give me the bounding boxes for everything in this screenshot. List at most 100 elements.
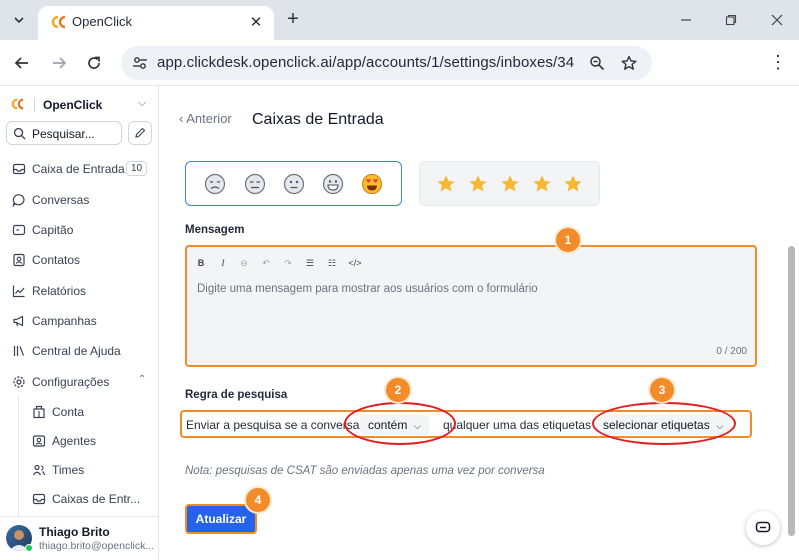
step-marker-1: 1 [556, 228, 580, 252]
bullet-list-icon[interactable]: ☰ [303, 256, 317, 270]
sidebar-item-settings[interactable]: Configurações ⌃ [8, 370, 153, 394]
chevron-up-icon: ⌃ [138, 374, 147, 385]
main-content: ‹ Anterior Caixas de Entrada Mensagem B … [160, 86, 799, 560]
bookmark-star-icon[interactable] [619, 53, 639, 73]
sidebar-item-label: Contatos [32, 253, 81, 267]
sidebar-item-label: Conta [52, 405, 85, 419]
contacts-icon [13, 253, 25, 267]
chat-widget-button[interactable] [746, 511, 780, 545]
scrollbar-thumb[interactable] [788, 246, 795, 536]
reload-icon[interactable] [83, 52, 105, 74]
page-title: Caixas de Entrada [252, 111, 384, 128]
sidebar-item-label: Campanhas [32, 314, 97, 328]
close-tab-icon[interactable]: ✕ [246, 12, 266, 32]
user-name: Thiago Brito [39, 525, 110, 539]
sidebar-subitem-account[interactable]: Conta [26, 400, 154, 424]
address-bar[interactable]: app.clickdesk.openclick.ai/app/accounts/… [121, 46, 652, 80]
browser-tab[interactable]: OpenClick ✕ [38, 6, 274, 40]
account-switcher[interactable]: OpenClick ⌵ [10, 96, 150, 114]
code-icon[interactable]: </> [348, 256, 362, 270]
sidebar-item-label: Times [52, 463, 85, 477]
sidebar-item-label: Configurações [32, 375, 110, 389]
bold-icon[interactable]: B [194, 256, 208, 270]
sidebar-item-inbox[interactable]: Caixa de Entrada 10 [8, 157, 153, 181]
sidebar-item-captain[interactable]: Capitão [8, 218, 153, 242]
star-rating-option[interactable] [419, 161, 600, 206]
search-label: Pesquisar... [32, 127, 95, 141]
sidebar-item-label: Caixa de Entrada [32, 162, 125, 176]
minimize-icon[interactable] [676, 10, 696, 30]
survey-rule-label: Regra de pesquisa [185, 389, 288, 401]
message-editor[interactable]: B I ⊖ ↶ ↷ ☰ ☷ </> Digite uma mensagem pa… [185, 245, 757, 367]
sidebar: OpenClick ⌵ Pesquisar... Caixa de Entrad… [0, 86, 159, 560]
captain-icon [12, 224, 26, 236]
sidebar-subitem-agents[interactable]: Agentes [26, 429, 154, 453]
sidebar-subitem-teams[interactable]: Times [26, 458, 154, 482]
neutral-face-icon [283, 173, 305, 195]
search-icon [13, 127, 26, 140]
rule-text-before: Enviar a pesquisa se a conversa [186, 418, 360, 432]
user-profile[interactable]: Thiago Brito thiago.brito@openclick... [0, 516, 159, 560]
chat-bubble-icon [12, 194, 25, 207]
browser-menu-icon[interactable]: ⋮ [768, 52, 788, 74]
sidebar-item-contacts[interactable]: Contatos [8, 248, 153, 272]
compose-button[interactable] [128, 121, 152, 145]
update-button[interactable]: Atualizar [185, 504, 257, 534]
sidebar-item-label: Conversas [32, 193, 90, 207]
star-icon [564, 175, 582, 192]
chart-icon [12, 285, 25, 298]
inbox-icon [12, 163, 26, 175]
new-tab-icon[interactable]: + [282, 9, 304, 31]
user-email: thiago.brito@openclick... [39, 540, 155, 552]
browser-toolbar: app.clickdesk.openclick.ai/app/accounts/… [0, 40, 799, 86]
building-icon [33, 405, 45, 419]
expressionless-face-icon [244, 173, 266, 195]
sidebar-search[interactable]: Pesquisar... [6, 121, 122, 145]
disappointed-face-icon [204, 173, 226, 195]
back-label: Anterior [186, 111, 232, 126]
brand-name: OpenClick [43, 98, 103, 112]
sidebar-item-label: Capitão [32, 223, 74, 237]
sidebar-item-conversations[interactable]: Conversas [8, 188, 153, 212]
step-marker-3: 3 [650, 378, 674, 402]
character-counter: 0 / 200 [716, 346, 747, 357]
site-settings-icon[interactable] [131, 54, 149, 72]
sidebar-item-help-center[interactable]: Central de Ajuda [8, 339, 153, 363]
link-icon[interactable]: ⊖ [237, 256, 251, 270]
star-icon [437, 175, 455, 192]
restore-icon[interactable] [721, 10, 741, 30]
forward-arrow-icon[interactable] [48, 52, 70, 74]
csat-note: Nota: pesquisas de CSAT são enviadas ape… [185, 465, 545, 477]
megaphone-icon [13, 315, 24, 327]
sidebar-subitem-inboxes[interactable]: Caixas de Entr... [26, 487, 154, 511]
undo-icon[interactable]: ↶ [259, 256, 273, 270]
tab-search-chevron-icon[interactable] [8, 9, 30, 31]
heart-eyes-face-icon [362, 174, 382, 194]
back-arrow-icon[interactable] [11, 52, 33, 74]
brand-divider [34, 98, 35, 112]
redo-icon[interactable]: ↷ [281, 256, 295, 270]
message-placeholder: Digite uma mensagem para mostrar aos usu… [197, 283, 538, 295]
zoom-icon[interactable] [587, 53, 607, 73]
star-icon [501, 175, 519, 192]
emoji-rating-option[interactable] [185, 161, 402, 206]
chevron-down-icon: ⌵ [138, 97, 147, 109]
sidebar-item-reports[interactable]: Relatórios [8, 279, 153, 303]
grinning-face-icon [322, 173, 344, 195]
chat-widget-icon [755, 521, 771, 533]
close-window-icon[interactable] [767, 10, 787, 30]
url-text: app.clickdesk.openclick.ai/app/accounts/… [157, 54, 575, 71]
pencil-icon [135, 127, 146, 138]
gear-icon [13, 376, 25, 388]
step-marker-2: 2 [386, 378, 410, 402]
numbered-list-icon[interactable]: ☷ [325, 256, 339, 270]
inbox-icon [32, 493, 46, 505]
rule-text-middle: qualquer uma das etiquetas [443, 418, 592, 432]
highlight-circle-operator [344, 402, 456, 445]
team-icon [32, 464, 46, 476]
italic-icon[interactable]: I [216, 256, 230, 270]
back-link[interactable]: ‹ Anterior [179, 111, 232, 126]
sidebar-item-campaigns[interactable]: Campanhas [8, 309, 153, 333]
step-marker-4: 4 [246, 488, 270, 512]
sidebar-item-label: Central de Ajuda [32, 344, 121, 358]
